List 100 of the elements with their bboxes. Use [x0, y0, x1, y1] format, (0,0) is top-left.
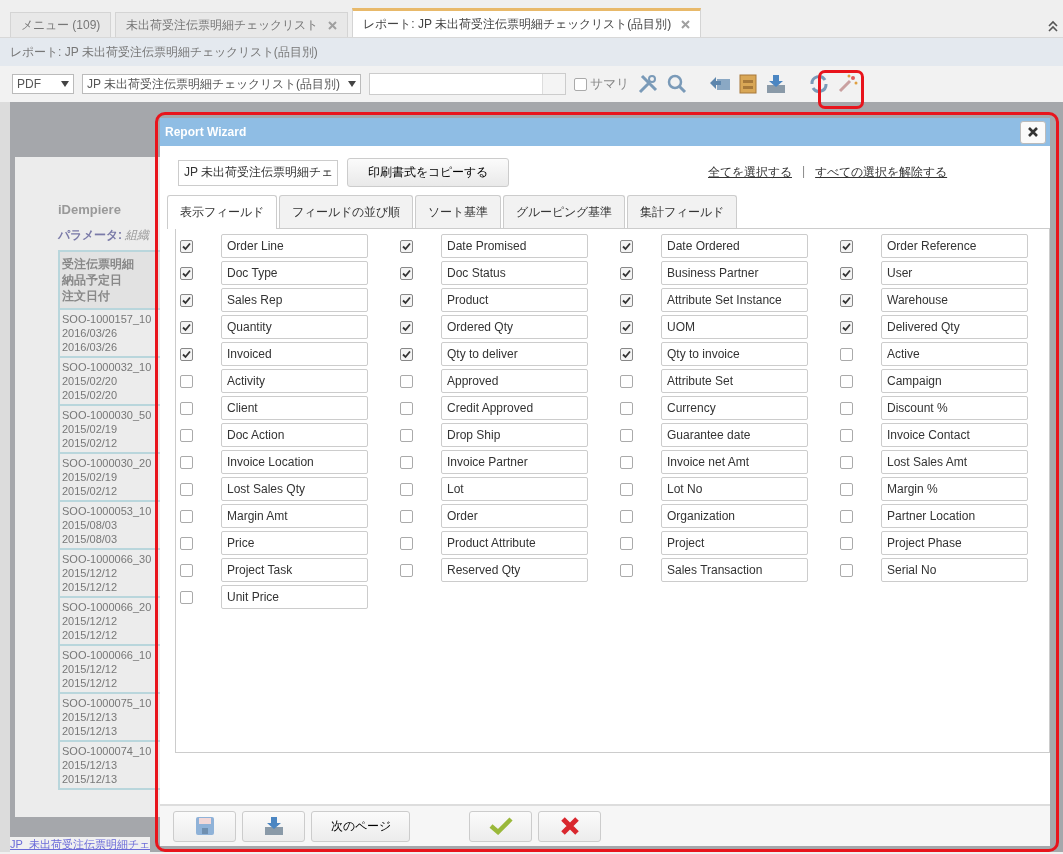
close-icon[interactable]: [328, 20, 338, 30]
checkbox[interactable]: [180, 482, 193, 496]
field-name: Invoice Contact: [881, 423, 1028, 447]
checkbox[interactable]: [180, 455, 193, 469]
export-button[interactable]: [242, 810, 305, 842]
field-name: Price: [221, 531, 368, 555]
tab[interactable]: ソート基準: [415, 195, 501, 228]
field-name: Sales Rep: [221, 288, 368, 312]
wand-icon[interactable]: [837, 74, 860, 94]
checkbox[interactable]: [180, 347, 193, 361]
print-format-dropdown[interactable]: JP 未出荷受注伝票明細チェックリスト(品目別): [82, 74, 362, 94]
checkbox[interactable]: [400, 401, 413, 415]
checkbox[interactable]: [400, 455, 413, 469]
search-icon[interactable]: [667, 74, 688, 94]
export-icon[interactable]: [709, 75, 732, 93]
tab[interactable]: 未出荷受注伝票明細チェックリスト: [115, 12, 349, 37]
field-name: Partner Location: [881, 504, 1028, 528]
refresh-icon[interactable]: [809, 74, 830, 94]
separator-text: |: [802, 164, 806, 180]
checkbox[interactable]: [180, 293, 193, 307]
report-link[interactable]: JP_未出荷受注伝票明細チェ: [10, 837, 150, 852]
checkbox[interactable]: [400, 347, 413, 361]
checkbox[interactable]: [840, 320, 853, 334]
combo-field[interactable]: [369, 73, 567, 95]
checkbox[interactable]: [180, 428, 193, 442]
close-button[interactable]: [1020, 120, 1046, 144]
close-icon[interactable]: [681, 19, 691, 29]
checkbox[interactable]: [620, 428, 633, 442]
checkbox[interactable]: [180, 266, 193, 280]
checkbox[interactable]: [840, 509, 853, 523]
tab[interactable]: グルーピング基準: [503, 195, 625, 228]
checkbox[interactable]: [620, 347, 633, 361]
checkbox[interactable]: [400, 428, 413, 442]
field-name: Doc Type: [221, 261, 368, 285]
field-name: Lot No: [661, 477, 808, 501]
checkbox[interactable]: [620, 536, 633, 550]
tab[interactable]: 表示フィールド: [167, 195, 277, 229]
checkbox[interactable]: [620, 563, 633, 577]
checkbox[interactable]: [840, 428, 853, 442]
checkbox[interactable]: [840, 374, 853, 388]
field-name: Invoice net Amt: [661, 450, 808, 474]
checkbox[interactable]: [620, 239, 633, 253]
cancel-button[interactable]: [538, 810, 601, 842]
checkbox[interactable]: [840, 266, 853, 280]
deselect-all-link[interactable]: すべての選択を解除する: [815, 164, 948, 181]
checkbox[interactable]: [620, 482, 633, 496]
tab[interactable]: フィールドの並び順: [279, 195, 413, 228]
checkbox[interactable]: [400, 320, 413, 334]
download-icon[interactable]: [765, 73, 788, 95]
next-page-button[interactable]: 次のページ: [311, 810, 410, 842]
checkbox[interactable]: [180, 509, 193, 523]
checkbox[interactable]: [180, 239, 193, 253]
ok-button[interactable]: [469, 810, 532, 842]
checkbox[interactable]: [620, 266, 633, 280]
checkbox[interactable]: [840, 536, 853, 550]
archive-icon[interactable]: [739, 74, 758, 94]
checkbox[interactable]: [180, 563, 193, 577]
checkbox[interactable]: [400, 239, 413, 253]
save-button[interactable]: [173, 810, 236, 842]
checkbox[interactable]: [400, 266, 413, 280]
checkbox[interactable]: [180, 401, 193, 415]
field-name: Client: [221, 396, 368, 420]
checkbox[interactable]: [180, 536, 193, 550]
checkbox[interactable]: [840, 563, 853, 577]
checkbox[interactable]: [180, 590, 193, 604]
select-all-link[interactable]: 全てを選択する: [708, 164, 792, 181]
field-name: Order: [441, 504, 588, 528]
checkbox[interactable]: [620, 455, 633, 469]
tab[interactable]: レポート: JP 未出荷受注伝票明細チェックリスト(品目別): [352, 8, 702, 37]
checkbox[interactable]: [840, 401, 853, 415]
checkbox[interactable]: [840, 455, 853, 469]
field-name: Attribute Set: [661, 369, 808, 393]
field-name: Quantity: [221, 315, 368, 339]
checkbox[interactable]: [400, 563, 413, 577]
checkbox[interactable]: [180, 374, 193, 388]
checkbox[interactable]: [840, 347, 853, 361]
close-icon: [559, 816, 580, 836]
tab[interactable]: 集計フィールド: [627, 195, 737, 228]
checkbox[interactable]: [840, 482, 853, 496]
field-name: Serial No: [881, 558, 1028, 582]
checkbox[interactable]: [840, 293, 853, 307]
checkbox[interactable]: [400, 374, 413, 388]
checkbox[interactable]: [620, 293, 633, 307]
field-name: Date Ordered: [661, 234, 808, 258]
tab[interactable]: メニュー (109): [10, 12, 112, 37]
checkbox[interactable]: [620, 509, 633, 523]
checkbox[interactable]: [620, 401, 633, 415]
format-dropdown[interactable]: PDF: [12, 74, 74, 94]
checkbox[interactable]: [620, 320, 633, 334]
checkbox[interactable]: [620, 374, 633, 388]
checkbox[interactable]: [180, 320, 193, 334]
checkbox[interactable]: [400, 293, 413, 307]
tools-icon[interactable]: [637, 73, 660, 95]
checkbox[interactable]: [400, 482, 413, 496]
checkbox[interactable]: [840, 239, 853, 253]
name-field[interactable]: JP 未出荷受注伝票明細チェ: [178, 159, 338, 186]
copy-format-button[interactable]: 印刷書式をコピーする: [347, 158, 509, 187]
checkbox[interactable]: [400, 536, 413, 550]
checkbox[interactable]: [400, 509, 413, 523]
collapse-icon[interactable]: [1047, 20, 1059, 32]
